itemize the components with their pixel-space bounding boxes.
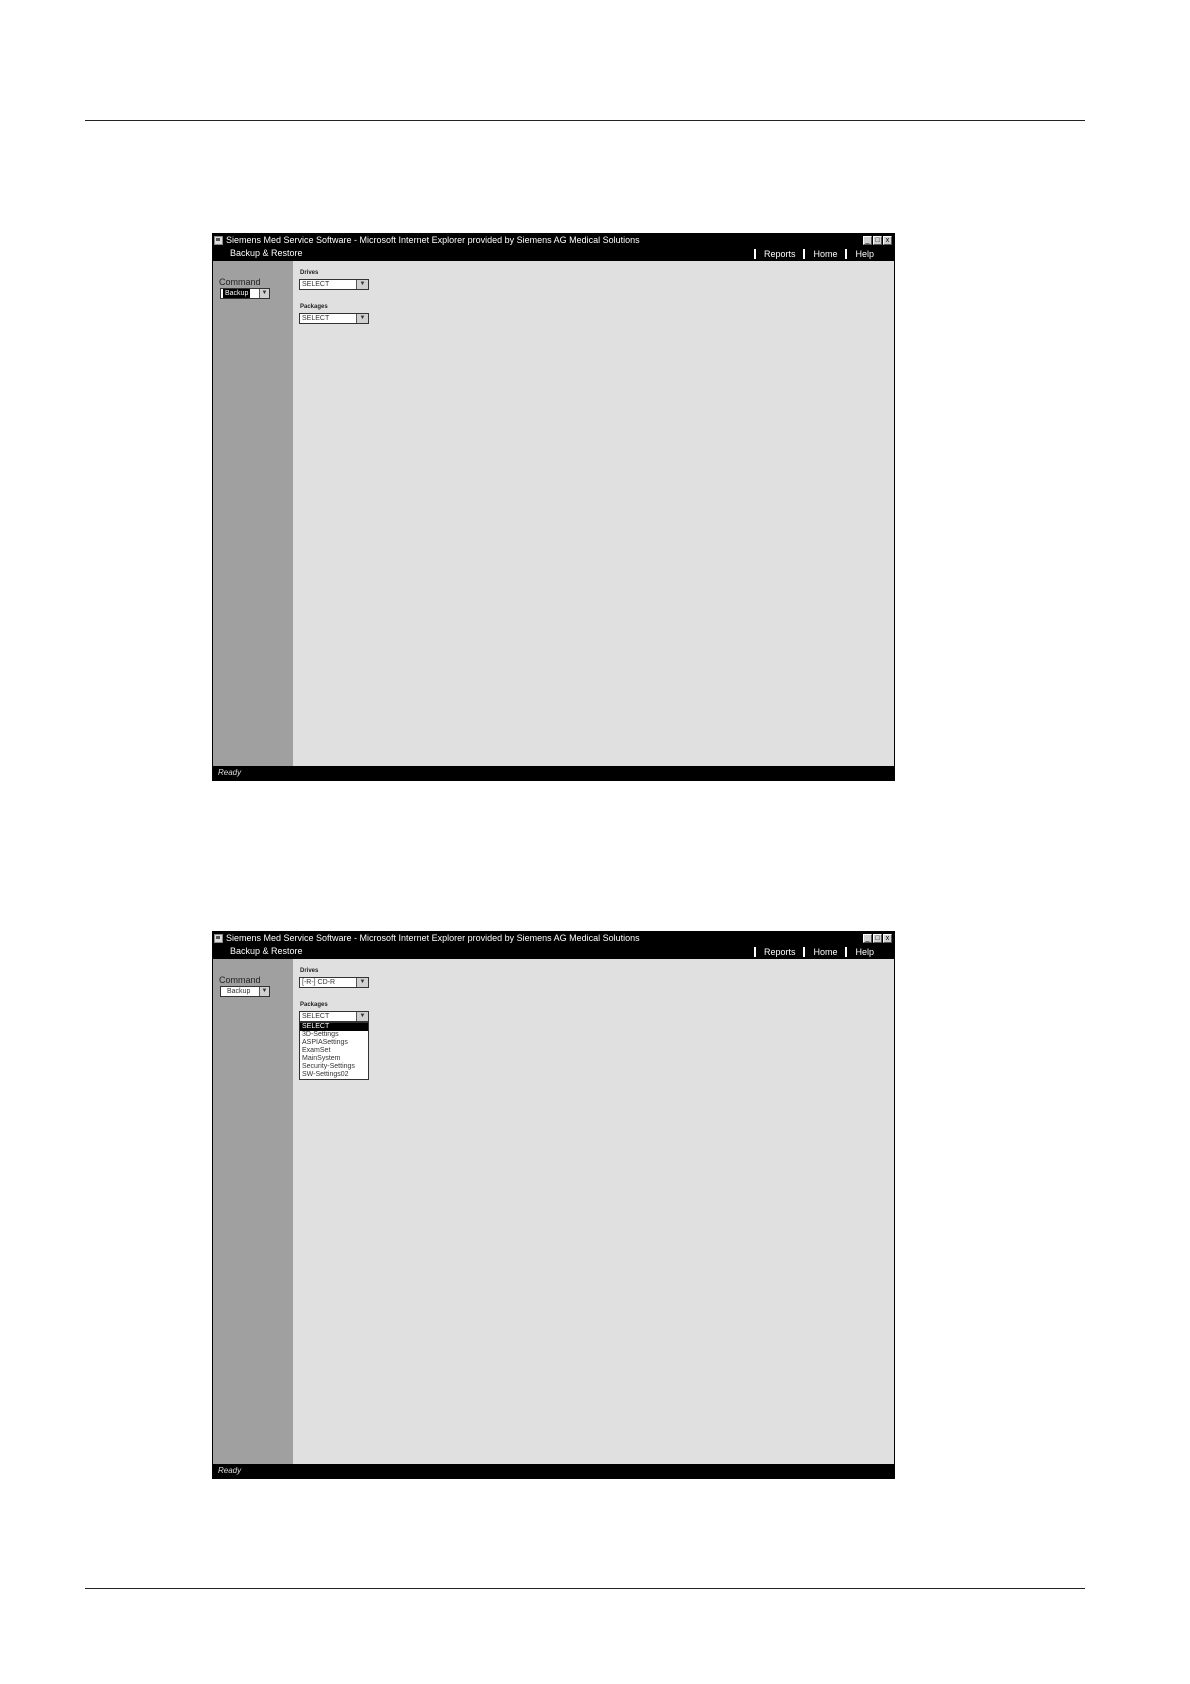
list-item[interactable]: SELECT — [300, 1023, 368, 1031]
title-bar: Siemens Med Service Software - Microsoft… — [213, 932, 894, 945]
status-text: Ready — [218, 1466, 242, 1475]
sidebar: Command Backup ▼ — [213, 261, 293, 766]
nav-link-home[interactable]: Home — [803, 249, 845, 259]
list-item[interactable]: ASPIASettings — [300, 1039, 368, 1047]
status-bar: Ready — [213, 766, 894, 780]
packages-select[interactable]: SELECT ▼ — [299, 313, 369, 324]
window-title: Siemens Med Service Software - Microsoft… — [226, 235, 640, 245]
command-value: Backup — [223, 289, 251, 298]
list-item[interactable]: MainSystem — [300, 1055, 368, 1063]
chevron-down-icon[interactable]: ▼ — [259, 289, 269, 298]
list-item[interactable]: 3D-Settings — [300, 1031, 368, 1039]
maximize-icon[interactable]: □ — [873, 236, 882, 245]
browser-window-1: Siemens Med Service Software - Microsoft… — [212, 233, 895, 781]
minimize-icon[interactable]: _ — [863, 236, 872, 245]
browser-window-2: Siemens Med Service Software - Microsoft… — [212, 931, 895, 1479]
command-label: Command — [219, 975, 261, 985]
packages-value: SELECT — [302, 1013, 330, 1020]
title-bar: Siemens Med Service Software - Microsoft… — [213, 234, 894, 247]
section-title: Backup & Restore — [230, 946, 303, 956]
close-icon[interactable]: x — [883, 934, 892, 943]
status-bar: Ready — [213, 1464, 894, 1478]
ie-page-icon — [214, 236, 223, 245]
drives-label: Drives — [300, 968, 319, 974]
ie-page-icon — [214, 934, 223, 943]
list-item[interactable]: Security-Settings — [300, 1063, 368, 1071]
section-title: Backup & Restore — [230, 248, 303, 258]
maximize-icon[interactable]: □ — [873, 934, 882, 943]
nav-bar: Backup & Restore Reports Home Help — [213, 247, 894, 260]
nav-link-reports[interactable]: Reports — [753, 249, 804, 259]
nav-link-reports[interactable]: Reports — [753, 947, 804, 957]
footer-rule — [85, 1588, 1085, 1589]
nav-link-help[interactable]: Help — [845, 947, 882, 957]
command-select[interactable]: Backup ▼ — [220, 986, 270, 997]
chevron-down-icon[interactable]: ▼ — [356, 978, 368, 987]
close-icon[interactable]: x — [883, 236, 892, 245]
status-text: Ready — [218, 768, 242, 777]
nav-link-home[interactable]: Home — [803, 947, 845, 957]
sidebar: Command Backup ▼ — [213, 959, 293, 1464]
drives-select[interactable]: SELECT ▼ — [299, 279, 369, 290]
packages-label: Packages — [300, 304, 328, 310]
chevron-down-icon[interactable]: ▼ — [259, 987, 269, 996]
nav-bar: Backup & Restore Reports Home Help — [213, 945, 894, 958]
chevron-down-icon[interactable]: ▼ — [356, 314, 368, 323]
packages-label: Packages — [300, 1002, 328, 1008]
drives-value: [-R-] CD-R — [302, 979, 336, 986]
packages-select[interactable]: SELECT ▼ — [299, 1011, 369, 1022]
command-select[interactable]: Backup ▼ — [220, 288, 270, 299]
packages-value: SELECT — [302, 315, 330, 322]
header-rule — [85, 120, 1085, 121]
window-title: Siemens Med Service Software - Microsoft… — [226, 933, 640, 943]
drives-label: Drives — [300, 270, 319, 276]
main-panel: Drives [-R-] CD-R ▼ Packages SELECT ▼ SE… — [293, 959, 894, 1464]
minimize-icon[interactable]: _ — [863, 934, 872, 943]
list-item[interactable]: SW-Settings02 — [300, 1071, 368, 1079]
packages-dropdown-list: SELECT 3D-Settings ASPIASettings ExamSet… — [299, 1022, 369, 1080]
nav-link-help[interactable]: Help — [845, 249, 882, 259]
drives-select[interactable]: [-R-] CD-R ▼ — [299, 977, 369, 988]
list-item[interactable]: ExamSet — [300, 1047, 368, 1055]
main-panel: Drives SELECT ▼ Packages SELECT ▼ — [293, 261, 894, 766]
chevron-down-icon[interactable]: ▼ — [356, 1012, 368, 1021]
command-label: Command — [219, 277, 261, 287]
command-value: Backup — [227, 988, 251, 995]
chevron-down-icon[interactable]: ▼ — [356, 280, 368, 289]
drives-value: SELECT — [302, 281, 330, 288]
